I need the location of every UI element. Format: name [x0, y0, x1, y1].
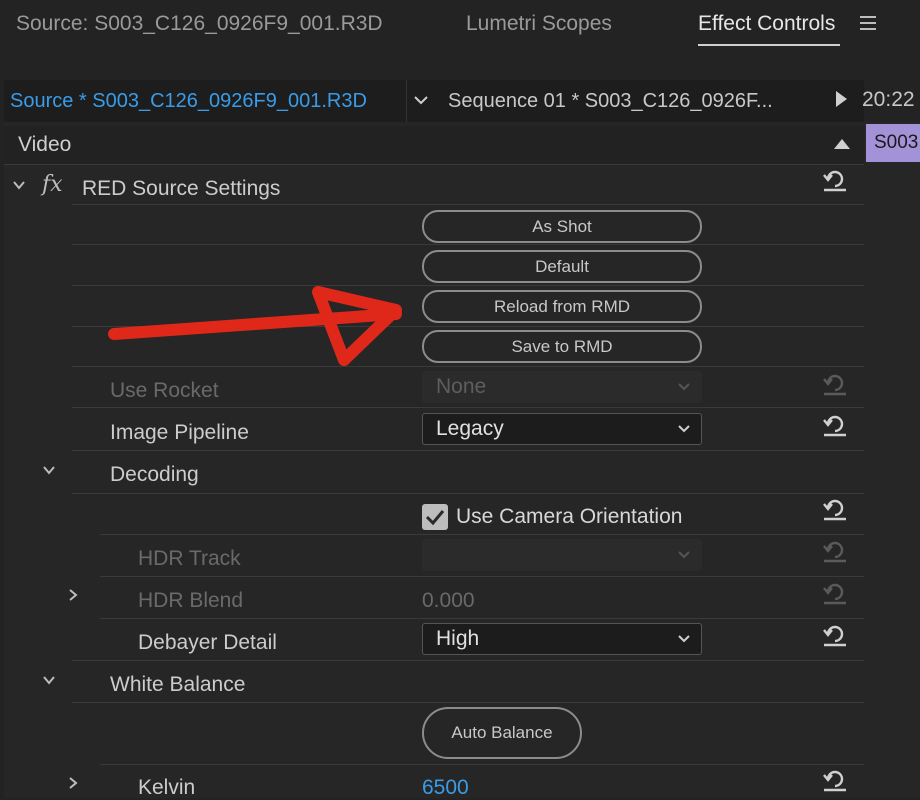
timeline-clip[interactable]: S003 [866, 124, 920, 162]
use-rocket-label: Use Rocket [110, 379, 219, 402]
reset-icon [823, 374, 846, 396]
white-balance-label: White Balance [110, 673, 246, 696]
timecode: 20:22 [862, 88, 915, 111]
timeline-strip [864, 122, 920, 798]
video-section-label: Video [18, 133, 72, 156]
active-tab-underline [698, 44, 840, 46]
fx-icon[interactable]: fx [42, 172, 63, 197]
reset-icon [823, 583, 846, 605]
chevron-down-icon[interactable] [12, 178, 26, 192]
reset-icon[interactable] [822, 413, 848, 437]
effect-name: RED Source Settings [82, 177, 281, 200]
divider [72, 660, 864, 661]
reset-icon [823, 541, 846, 563]
chevron-down-icon [678, 383, 690, 391]
use-camera-orientation-checkbox[interactable] [422, 504, 448, 530]
reset-icon[interactable] [822, 768, 848, 792]
divider [72, 204, 864, 205]
use-rocket-dropdown: None [422, 371, 702, 403]
hdr-track-label: HDR Track [138, 547, 241, 570]
divider [100, 618, 864, 619]
kelvin-label: Kelvin [138, 776, 196, 799]
sequence-clip-tab[interactable]: Sequence 01 * S003_C126_0926F... [448, 90, 773, 113]
divider [4, 164, 864, 165]
image-pipeline-label: Image Pipeline [110, 421, 249, 444]
reset-icon[interactable] [822, 623, 848, 647]
as-shot-button[interactable]: As Shot [422, 210, 702, 243]
chevron-right-icon[interactable] [66, 776, 80, 790]
debayer-detail-label: Debayer Detail [138, 631, 277, 654]
use-rocket-value: None [436, 375, 487, 398]
chevron-right-icon[interactable] [66, 588, 80, 602]
divider [72, 244, 864, 245]
divider [406, 80, 407, 122]
chevron-down-icon [678, 551, 690, 559]
debayer-detail-value: High [436, 627, 480, 650]
tab-lumetri-scopes[interactable]: Lumetri Scopes [466, 12, 612, 36]
panel-menu-icon[interactable] [860, 16, 876, 30]
image-pipeline-dropdown[interactable]: Legacy [422, 413, 702, 445]
default-button[interactable]: Default [422, 250, 702, 283]
divider [72, 450, 864, 451]
tab-effect-controls[interactable]: Effect Controls [698, 12, 835, 36]
source-clip-tab[interactable]: Source * S003_C126_0926F9_001.R3D [10, 90, 367, 113]
use-camera-orientation-label: Use Camera Orientation [456, 505, 683, 528]
debayer-detail-dropdown[interactable]: High [422, 623, 702, 655]
chevron-down-icon[interactable] [42, 673, 56, 687]
save-to-rmd-button[interactable]: Save to RMD [422, 330, 702, 363]
divider [72, 407, 864, 408]
divider [100, 534, 864, 535]
chevron-down-icon [678, 635, 690, 643]
divider [72, 702, 864, 703]
image-pipeline-value: Legacy [436, 417, 504, 440]
tab-source-monitor[interactable]: Source: S003_C126_0926F9_001.R3D [16, 12, 383, 36]
decoding-label: Decoding [110, 463, 199, 486]
chevron-down-icon[interactable] [413, 92, 429, 108]
scroll-up-icon[interactable] [834, 139, 850, 149]
hdr-track-dropdown [422, 539, 702, 571]
red-arrow-annotation [108, 286, 402, 366]
auto-balance-button[interactable]: Auto Balance [422, 707, 582, 759]
kelvin-value[interactable]: 6500 [422, 776, 469, 800]
play-icon[interactable] [836, 91, 847, 107]
hdr-blend-value: 0.000 [422, 589, 475, 612]
reset-icon[interactable] [822, 497, 848, 521]
checkmark-icon [425, 510, 445, 526]
divider [100, 576, 864, 577]
reload-from-rmd-button[interactable]: Reload from RMD [422, 290, 702, 323]
chevron-down-icon [678, 425, 690, 433]
chevron-down-icon[interactable] [42, 463, 56, 477]
divider [100, 764, 864, 765]
reset-icon[interactable] [822, 168, 848, 192]
divider [72, 493, 864, 494]
video-section-header [4, 126, 864, 164]
hdr-blend-label: HDR Blend [138, 589, 244, 612]
